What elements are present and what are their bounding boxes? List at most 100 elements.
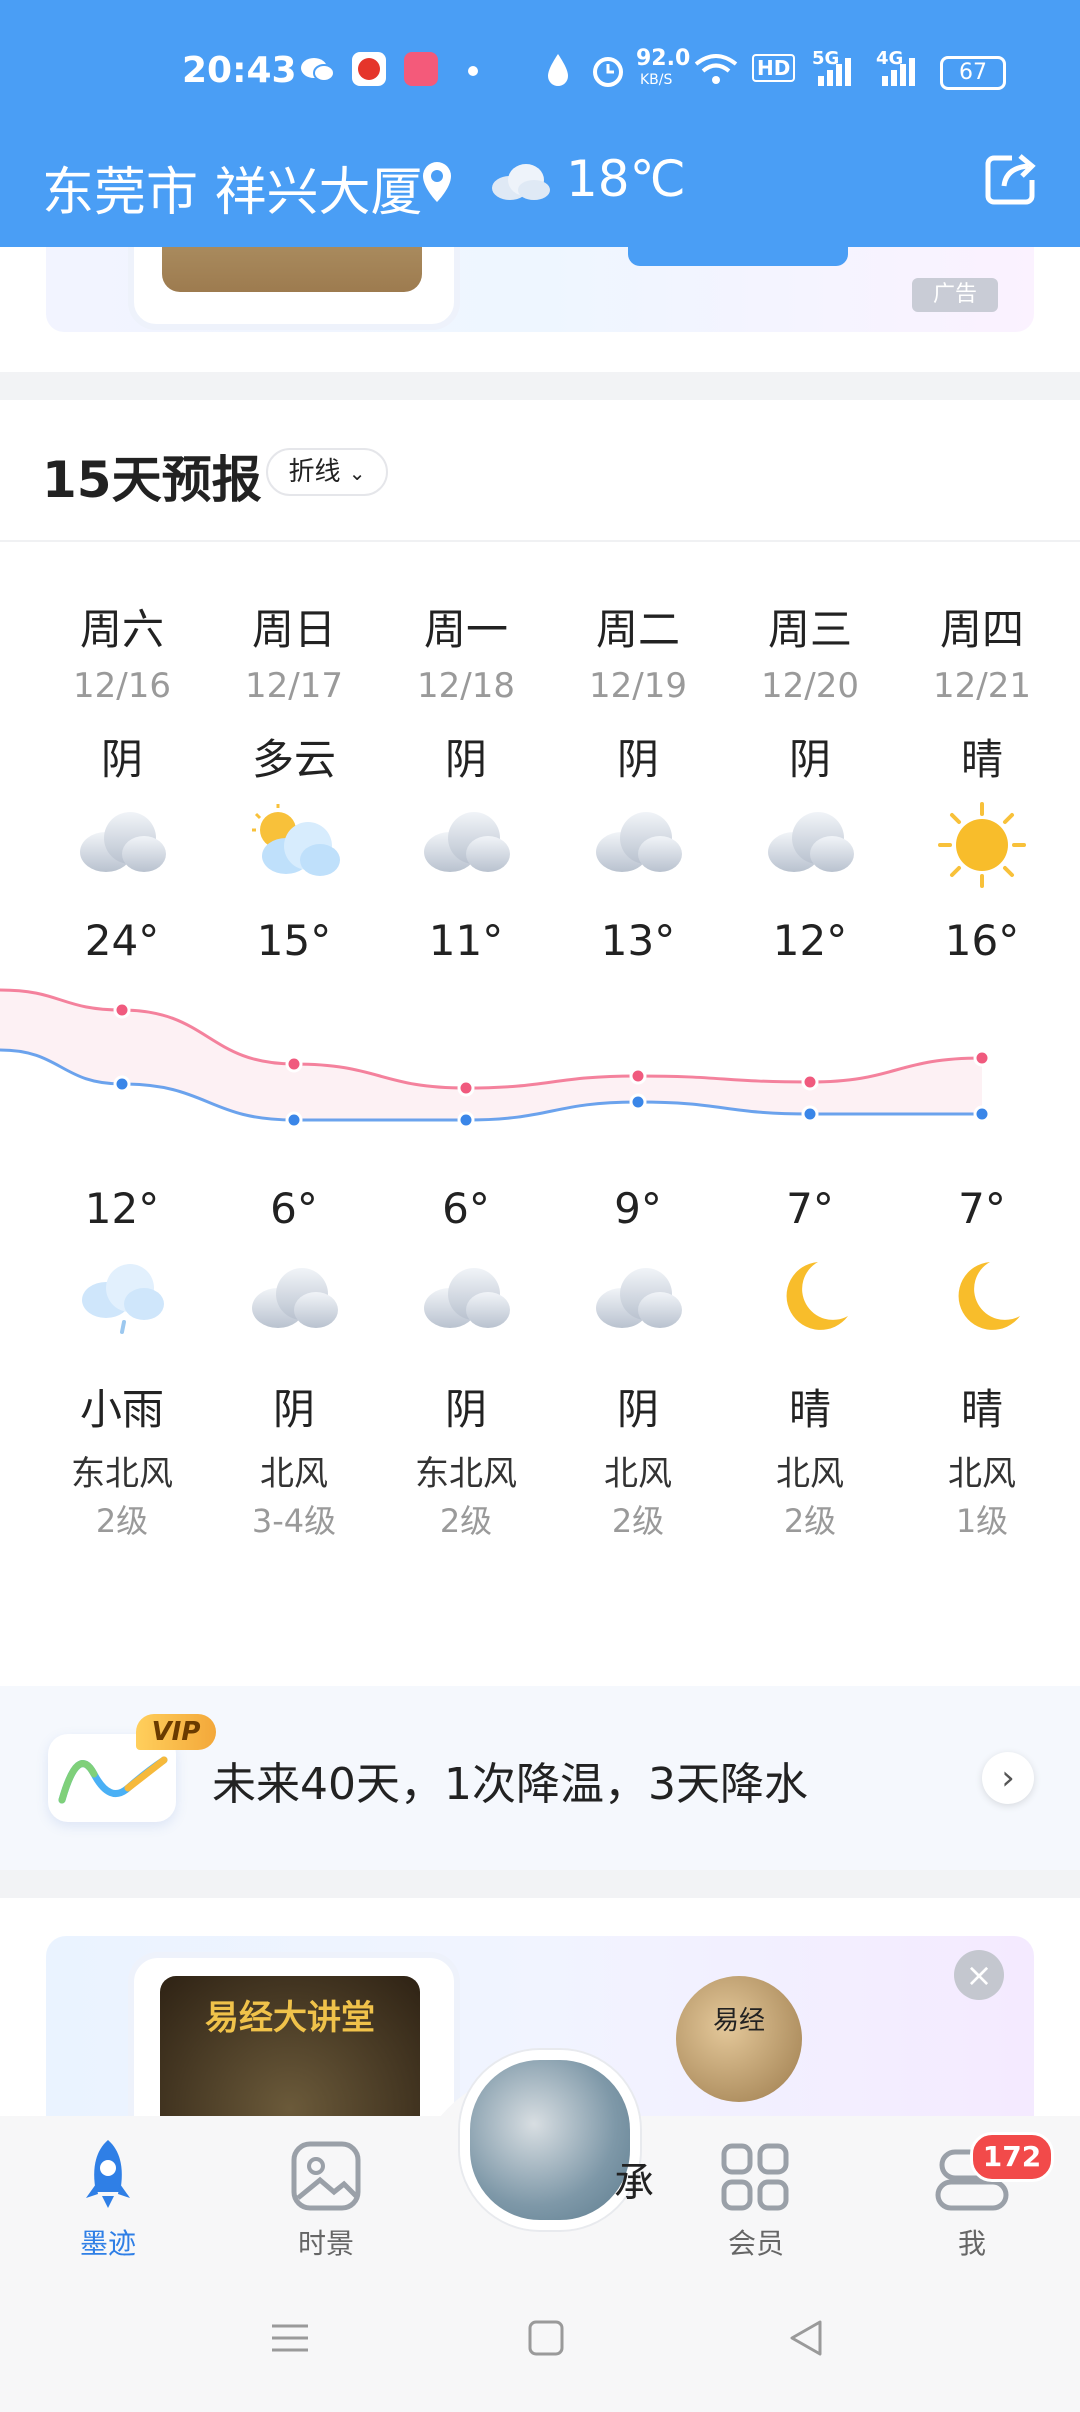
nav-label-scene[interactable]: 时景 <box>256 2222 396 2262</box>
day-date: 12/19 <box>589 666 687 706</box>
home-icon[interactable] <box>526 2318 566 2358</box>
temp-range-area <box>0 990 982 1120</box>
moon-icon <box>896 1256 1068 1356</box>
day-weekday: 周日 <box>251 605 336 654</box>
section-divider-2 <box>0 1870 1080 1898</box>
light-rain-icon <box>36 1256 208 1356</box>
low-temp-label: 7° <box>958 1184 1006 1233</box>
low-temp-label: 6° <box>442 1184 490 1233</box>
forecast-title: 15天预报 <box>42 451 262 509</box>
divider-line <box>0 540 1080 542</box>
day-condition: 阴 <box>100 735 143 784</box>
low-temp-point <box>457 1111 475 1129</box>
ad-avatar-text: 易经 <box>712 2006 765 2036</box>
cloudy-icon <box>380 1256 552 1356</box>
high-temp-label: 12° <box>772 916 848 965</box>
low-temp-label: 6° <box>270 1184 318 1233</box>
chevron-right-icon[interactable]: › <box>982 1752 1034 1804</box>
wind-direction: 东北风 <box>71 1454 173 1494</box>
battery-icon: 67 <box>940 56 1006 90</box>
net-speed: 92.0 <box>636 46 691 71</box>
image-icon[interactable] <box>290 2140 362 2212</box>
back-icon[interactable] <box>786 2318 826 2358</box>
day-date: 12/17 <box>245 666 343 706</box>
day-weekday: 周一 <box>423 605 508 654</box>
temperature-chart <box>0 988 991 1129</box>
day-weekday: 周二 <box>595 605 680 654</box>
low-temp-point <box>285 1111 303 1129</box>
high-temp-label: 11° <box>428 916 504 965</box>
day-weekday: 周三 <box>767 605 852 654</box>
status-bar: 20:43 92.0 KB/S HD 5G 4G 67 <box>0 40 1080 104</box>
water-drop-icon <box>548 54 568 86</box>
night-condition: 阴 <box>272 1385 315 1434</box>
ad-book-title: 易经大讲堂 <box>205 1998 375 2038</box>
night-condition: 阴 <box>616 1385 659 1434</box>
menu-icon[interactable] <box>270 2318 310 2358</box>
high-temp-label: 13° <box>600 916 676 965</box>
moon-icon <box>724 1256 896 1356</box>
signal-icon <box>818 58 851 86</box>
high-temp-point <box>801 1073 819 1091</box>
notification-badge: 172 <box>970 2132 1054 2182</box>
partial-text: 承 <box>614 2160 654 2206</box>
high-temp-point <box>629 1067 647 1085</box>
low-temp-point <box>629 1093 647 1111</box>
day-condition: 阴 <box>616 735 659 784</box>
cloudy-icon <box>208 1256 380 1356</box>
day-condition: 阴 <box>444 735 487 784</box>
high-temp-point <box>285 1055 303 1073</box>
cloudy-icon <box>724 800 896 900</box>
day-condition: 阴 <box>788 735 831 784</box>
toggle-label: 折线 <box>288 457 341 487</box>
sun-icon <box>896 800 1068 900</box>
cloudy-icon <box>552 800 724 900</box>
high-temp-point <box>457 1079 475 1097</box>
wind-level: 2级 <box>439 1502 493 1540</box>
cloudy-icon <box>36 800 208 900</box>
high-temp-label: 24° <box>84 916 160 965</box>
share-icon[interactable] <box>982 150 1040 208</box>
battery-level: 67 <box>959 60 987 85</box>
location-name[interactable]: 东莞市 祥兴大厦 <box>42 150 423 225</box>
close-icon[interactable]: × <box>954 1950 1004 2000</box>
ad-tag: 广告 <box>912 278 998 312</box>
nav-label-moji[interactable]: 墨迹 <box>38 2222 178 2262</box>
more-notify-dot <box>468 66 478 76</box>
night-condition: 晴 <box>788 1385 831 1434</box>
wind-direction: 北风 <box>604 1454 672 1494</box>
nav-label-member[interactable]: 会员 <box>686 2222 826 2262</box>
grid-apps-icon[interactable] <box>720 2142 790 2212</box>
vip-forecast-text[interactable]: 未来40天，1次降温，3天降水 <box>212 1748 808 1812</box>
day-weekday: 周六 <box>79 605 164 654</box>
low-temp-point <box>113 1075 131 1093</box>
day-weekday: 周四 <box>939 605 1024 654</box>
wind-level: 2级 <box>611 1502 665 1540</box>
low-temp-label: 7° <box>786 1184 834 1233</box>
night-condition: 晴 <box>960 1385 1003 1434</box>
night-condition: 阴 <box>444 1385 487 1434</box>
signal-icon-2 <box>882 58 915 86</box>
day-date: 12/18 <box>417 666 515 706</box>
ad-avatar[interactable] <box>676 1976 802 2102</box>
day-condition: 多云 <box>251 735 336 784</box>
wind-direction: 北风 <box>948 1454 1016 1494</box>
location-pin-icon[interactable] <box>420 160 454 204</box>
chart-mode-toggle[interactable]: 折线 ⌄ <box>266 448 388 496</box>
day-date: 12/16 <box>73 666 171 706</box>
wind-level: 2级 <box>95 1502 149 1540</box>
high-temp-label: 15° <box>256 916 332 965</box>
low-temp-label: 12° <box>84 1184 160 1233</box>
status-time: 20:43 <box>182 50 297 91</box>
rocket-icon[interactable] <box>70 2136 146 2212</box>
high-temp-label: 16° <box>944 916 1020 965</box>
section-divider <box>0 372 1080 400</box>
high-temp-point <box>973 1049 991 1067</box>
night-condition: 小雨 <box>79 1385 164 1434</box>
center-scene-button[interactable] <box>460 2050 640 2230</box>
day-date: 12/21 <box>933 666 1031 706</box>
chevron-down-icon: ⌄ <box>348 461 366 485</box>
nav-label-me[interactable]: 我 <box>902 2222 1042 2262</box>
cloudy-icon <box>552 1256 724 1356</box>
low-temp-label: 9° <box>614 1184 662 1233</box>
